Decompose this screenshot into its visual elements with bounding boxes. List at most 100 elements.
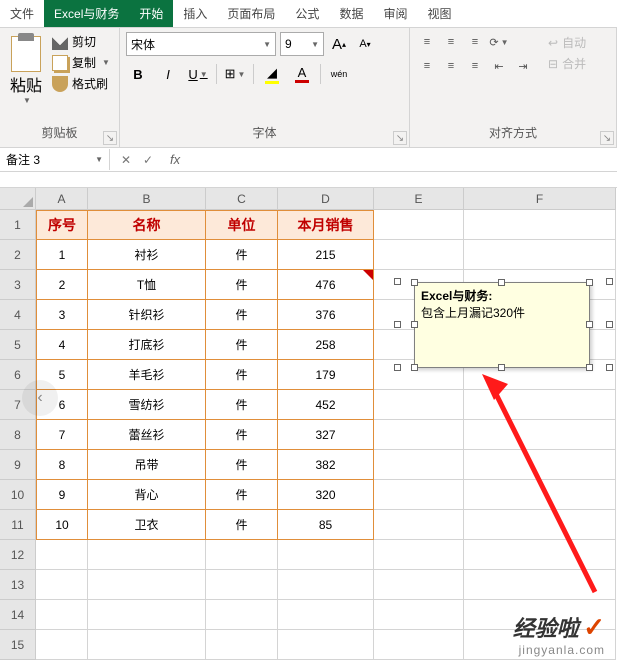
row-header[interactable]: 5 xyxy=(0,330,36,360)
cell[interactable] xyxy=(374,540,464,570)
tab-formula[interactable]: 公式 xyxy=(285,0,329,27)
tab-page-layout[interactable]: 页面布局 xyxy=(217,0,285,27)
cell[interactable] xyxy=(464,480,616,510)
tab-home[interactable]: 开始 xyxy=(129,0,173,27)
cell[interactable] xyxy=(88,600,206,630)
cell[interactable] xyxy=(278,600,374,630)
cell[interactable]: T恤 xyxy=(88,270,206,300)
resize-handle[interactable] xyxy=(498,279,505,286)
cell[interactable]: 215 xyxy=(278,240,374,270)
resize-handle[interactable] xyxy=(498,364,505,371)
cell[interactable]: 1 xyxy=(36,240,88,270)
align-bottom-button[interactable]: ≡ xyxy=(464,32,486,52)
resize-handle[interactable] xyxy=(586,279,593,286)
row-header[interactable]: 9 xyxy=(0,450,36,480)
cell[interactable] xyxy=(374,600,464,630)
table-header[interactable]: 单位 xyxy=(206,210,278,240)
row-header[interactable]: 3 xyxy=(0,270,36,300)
cell[interactable]: 2 xyxy=(36,270,88,300)
phonetic-button[interactable]: wén xyxy=(327,62,351,86)
cell[interactable]: 452 xyxy=(278,390,374,420)
font-color-button[interactable]: A xyxy=(290,62,314,86)
cell-with-comment[interactable]: 476 xyxy=(278,270,374,300)
resize-handle[interactable] xyxy=(606,321,613,328)
name-box[interactable]: 备注 3▼ xyxy=(0,149,110,170)
confirm-edit-button[interactable]: ✓ xyxy=(138,150,158,170)
dialog-launcher-clipboard[interactable]: ↘ xyxy=(103,131,117,145)
formula-bar[interactable] xyxy=(186,158,617,162)
cell[interactable] xyxy=(278,540,374,570)
indent-increase-button[interactable]: ⇥ xyxy=(512,56,534,76)
cell[interactable] xyxy=(374,630,464,660)
tab-view[interactable]: 视图 xyxy=(417,0,461,27)
select-all-button[interactable] xyxy=(0,188,36,210)
tab-brand[interactable]: Excel与财务 xyxy=(44,0,129,27)
cell[interactable]: 件 xyxy=(206,450,278,480)
align-right-button[interactable]: ≡ xyxy=(464,56,486,76)
tab-data[interactable]: 数据 xyxy=(329,0,373,27)
orientation-button[interactable]: ⟳▼ xyxy=(488,32,510,52)
cell[interactable]: 吊带 xyxy=(88,450,206,480)
row-header[interactable]: 15 xyxy=(0,630,36,660)
cell[interactable]: 件 xyxy=(206,270,278,300)
cell[interactable] xyxy=(374,420,464,450)
cell[interactable] xyxy=(36,540,88,570)
cell[interactable]: 针织衫 xyxy=(88,300,206,330)
col-header-c[interactable]: C xyxy=(206,188,278,210)
cell[interactable]: 卫衣 xyxy=(88,510,206,540)
resize-handle[interactable] xyxy=(606,278,613,285)
cell[interactable] xyxy=(374,390,464,420)
cell[interactable]: 背心 xyxy=(88,480,206,510)
merge-button[interactable]: ⊟合并 xyxy=(544,53,590,74)
cell[interactable]: 件 xyxy=(206,240,278,270)
indent-decrease-button[interactable]: ⇤ xyxy=(488,56,510,76)
cell[interactable]: 打底衫 xyxy=(88,330,206,360)
row-header[interactable]: 4 xyxy=(0,300,36,330)
cell[interactable]: 258 xyxy=(278,330,374,360)
cell[interactable] xyxy=(36,570,88,600)
cell[interactable]: 179 xyxy=(278,360,374,390)
row-header[interactable]: 1 xyxy=(0,210,36,240)
resize-handle[interactable] xyxy=(586,364,593,371)
cell[interactable] xyxy=(464,540,616,570)
tab-file[interactable]: 文件 xyxy=(0,0,44,27)
resize-handle[interactable] xyxy=(606,364,613,371)
bold-button[interactable]: B xyxy=(126,62,150,86)
cell[interactable] xyxy=(206,570,278,600)
align-middle-button[interactable]: ≡ xyxy=(440,32,462,52)
dialog-launcher-alignment[interactable]: ↘ xyxy=(600,131,614,145)
cell[interactable]: 件 xyxy=(206,360,278,390)
table-header[interactable]: 本月销售 xyxy=(278,210,374,240)
font-name-select[interactable]: 宋体▼ xyxy=(126,32,276,56)
col-header-e[interactable]: E xyxy=(374,188,464,210)
tab-insert[interactable]: 插入 xyxy=(173,0,217,27)
cell[interactable]: 85 xyxy=(278,510,374,540)
resize-handle[interactable] xyxy=(394,364,401,371)
cell[interactable]: 7 xyxy=(36,420,88,450)
comment-text[interactable]: 包含上月漏记320件 xyxy=(421,304,583,321)
fx-icon[interactable]: fx xyxy=(164,152,186,167)
cell[interactable] xyxy=(464,510,616,540)
cell[interactable] xyxy=(464,420,616,450)
cell[interactable]: 8 xyxy=(36,450,88,480)
cell[interactable]: 3 xyxy=(36,300,88,330)
cell[interactable]: 羊毛衫 xyxy=(88,360,206,390)
cell[interactable] xyxy=(36,630,88,660)
cell[interactable]: 376 xyxy=(278,300,374,330)
cell[interactable]: 327 xyxy=(278,420,374,450)
cell[interactable] xyxy=(374,450,464,480)
row-header[interactable]: 12 xyxy=(0,540,36,570)
cancel-edit-button[interactable]: ✕ xyxy=(116,150,136,170)
tab-review[interactable]: 审阅 xyxy=(373,0,417,27)
cell[interactable]: 9 xyxy=(36,480,88,510)
cell[interactable] xyxy=(206,630,278,660)
cell[interactable]: 件 xyxy=(206,420,278,450)
cell[interactable]: 10 xyxy=(36,510,88,540)
row-header[interactable]: 2 xyxy=(0,240,36,270)
italic-button[interactable]: I xyxy=(156,62,180,86)
cell[interactable]: 件 xyxy=(206,330,278,360)
row-header[interactable]: 14 xyxy=(0,600,36,630)
resize-handle[interactable] xyxy=(586,321,593,328)
cell[interactable]: 件 xyxy=(206,480,278,510)
col-header-b[interactable]: B xyxy=(88,188,206,210)
